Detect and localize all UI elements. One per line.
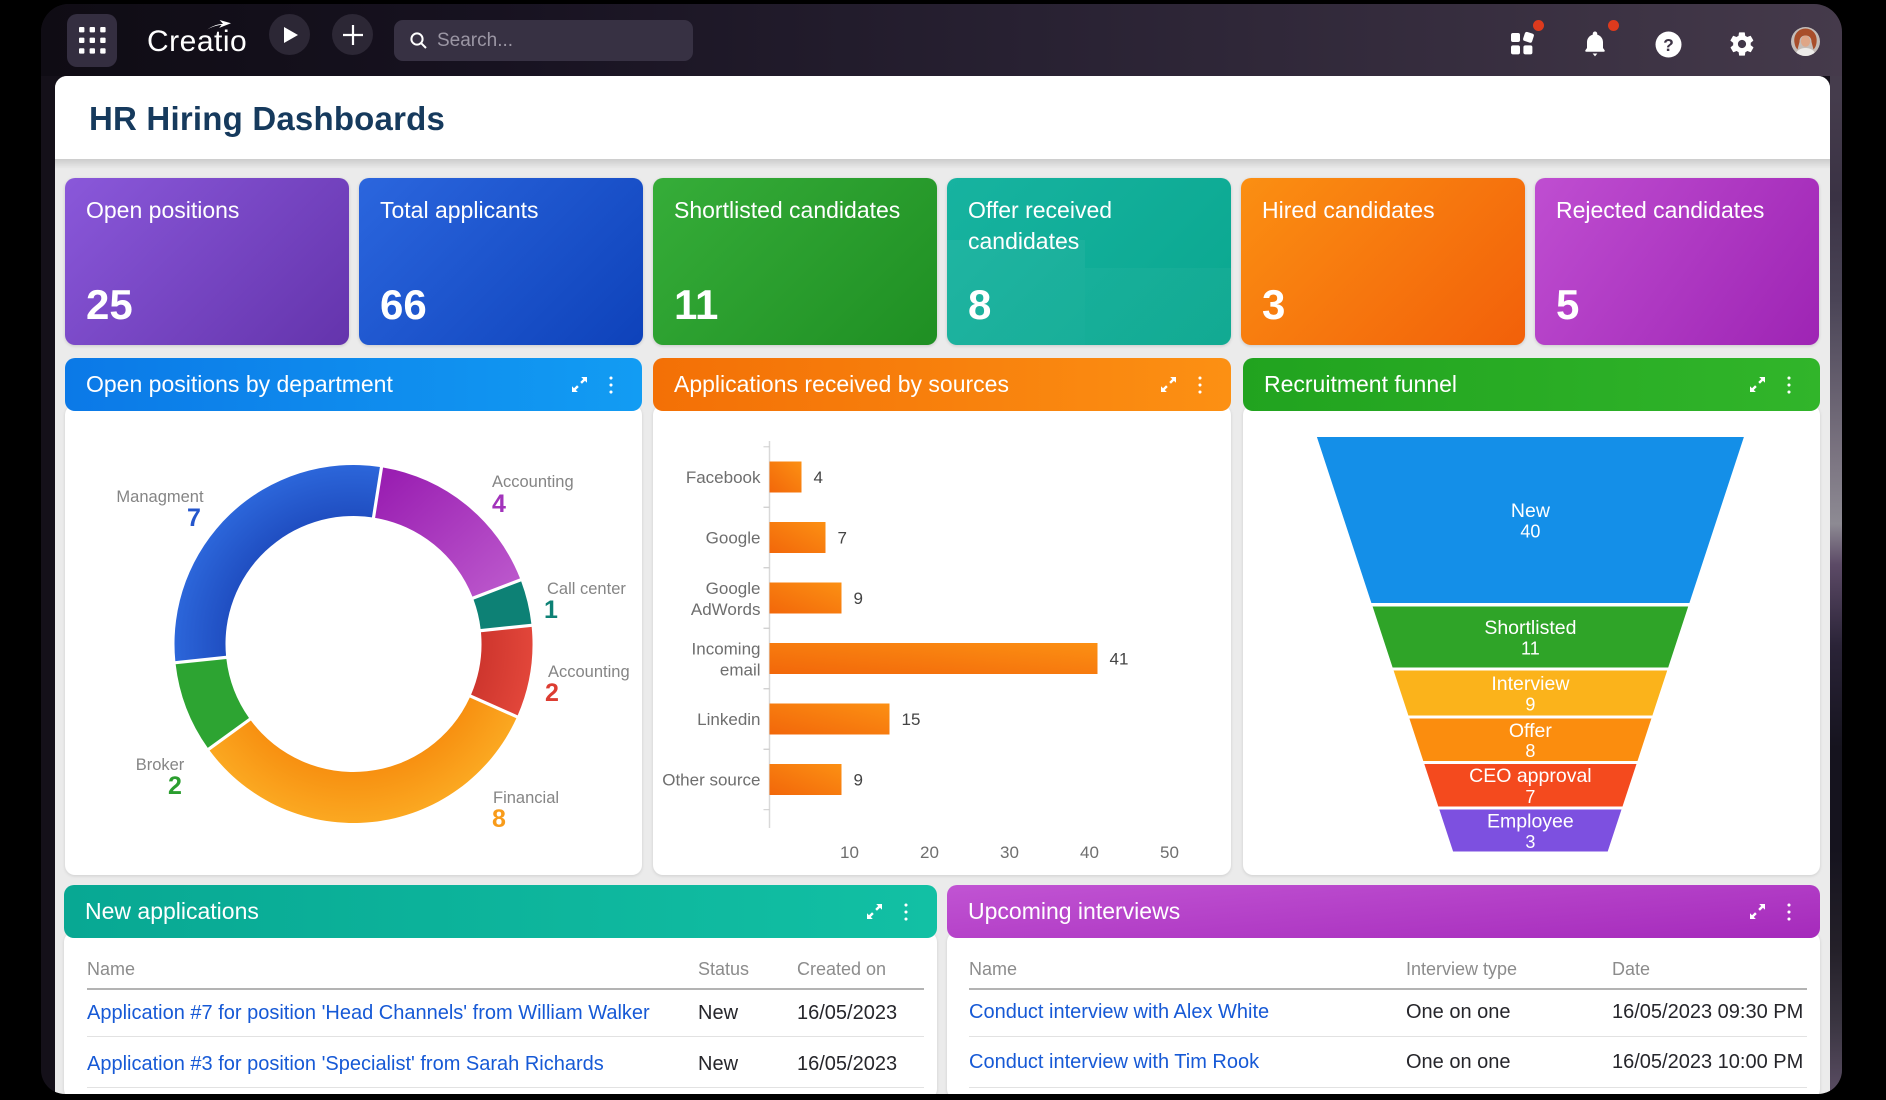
svg-text:15: 15 bbox=[902, 710, 921, 729]
svg-text:Other source: Other source bbox=[662, 771, 760, 790]
svg-text:CEO approval: CEO approval bbox=[1469, 765, 1591, 787]
svg-text:Accounting: Accounting bbox=[492, 473, 574, 491]
svg-text:Shortlisted: Shortlisted bbox=[1484, 617, 1576, 639]
svg-text:Employee: Employee bbox=[1487, 811, 1574, 833]
svg-text:2: 2 bbox=[545, 679, 559, 707]
svg-text:40: 40 bbox=[1080, 843, 1099, 862]
svg-text:8: 8 bbox=[1525, 741, 1535, 761]
svg-text:40: 40 bbox=[1520, 522, 1540, 542]
svg-text:4: 4 bbox=[814, 468, 823, 487]
svg-text:?: ? bbox=[1663, 35, 1674, 55]
svg-text:1: 1 bbox=[544, 596, 558, 624]
svg-text:9: 9 bbox=[854, 771, 863, 790]
svg-text:11: 11 bbox=[1521, 639, 1540, 659]
svg-text:Offer: Offer bbox=[1509, 720, 1552, 742]
svg-text:7: 7 bbox=[187, 504, 201, 532]
svg-text:9: 9 bbox=[1525, 695, 1535, 715]
svg-text:50: 50 bbox=[1160, 843, 1179, 862]
svg-text:Incoming: Incoming bbox=[692, 640, 761, 659]
svg-text:Call center: Call center bbox=[547, 580, 626, 598]
svg-text:Linkedin: Linkedin bbox=[697, 710, 760, 729]
svg-text:New: New bbox=[1511, 500, 1551, 522]
svg-text:Google: Google bbox=[706, 529, 761, 548]
svg-text:Accounting: Accounting bbox=[548, 663, 630, 681]
svg-text:4: 4 bbox=[492, 490, 506, 518]
svg-text:Interview: Interview bbox=[1491, 673, 1570, 695]
svg-text:2: 2 bbox=[168, 772, 182, 800]
svg-text:20: 20 bbox=[920, 843, 939, 862]
svg-text:9: 9 bbox=[854, 589, 863, 608]
svg-text:7: 7 bbox=[838, 529, 847, 548]
svg-text:30: 30 bbox=[1000, 843, 1019, 862]
svg-text:email: email bbox=[720, 661, 761, 680]
svg-text:7: 7 bbox=[1525, 787, 1535, 807]
svg-text:Facebook: Facebook bbox=[686, 468, 761, 487]
svg-text:Google: Google bbox=[706, 579, 761, 598]
svg-text:AdWords: AdWords bbox=[691, 600, 761, 619]
svg-text:3: 3 bbox=[1525, 832, 1535, 852]
svg-text:10: 10 bbox=[840, 843, 859, 862]
svg-text:41: 41 bbox=[1110, 650, 1129, 669]
svg-text:8: 8 bbox=[492, 805, 506, 833]
